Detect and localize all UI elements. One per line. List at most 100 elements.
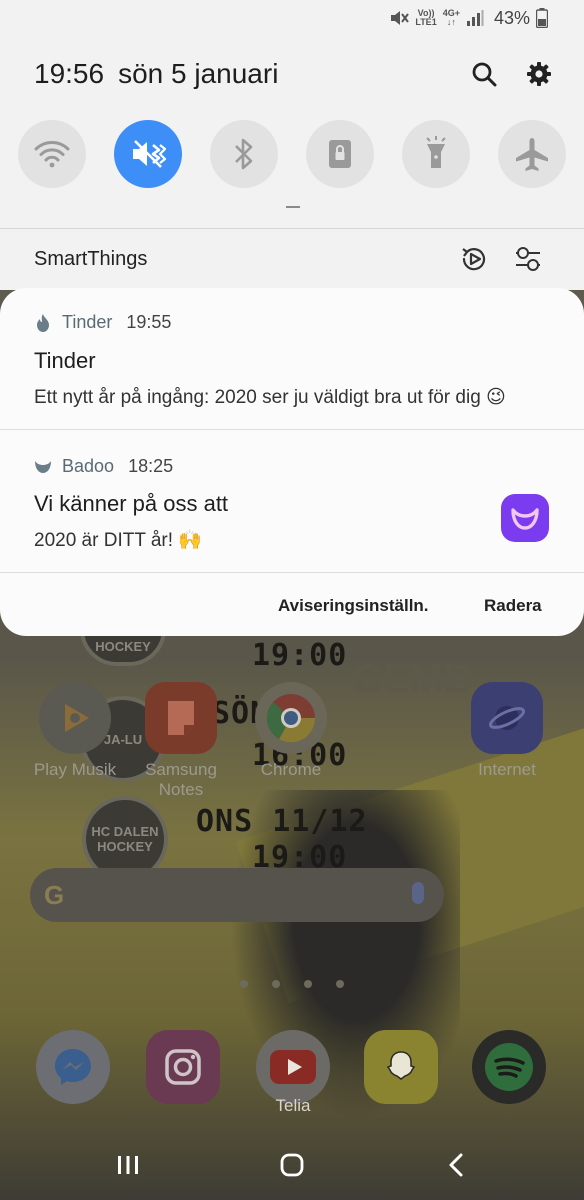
poster-vertical-text: GEMB <box>352 657 472 701</box>
quick-setting-flashlight[interactable] <box>402 120 470 188</box>
notification-app-name: Tinder <box>62 312 113 332</box>
google-g-icon: G <box>44 880 65 910</box>
spotify-app[interactable] <box>472 1030 546 1104</box>
page-dot <box>240 980 248 988</box>
youtube-icon <box>270 1050 316 1084</box>
samsung-notes-icon <box>145 682 217 754</box>
clock-time: 19:56 <box>34 58 105 89</box>
notification-time: 19:55 <box>126 312 172 332</box>
quick-setting-bluetooth[interactable] <box>210 120 278 188</box>
recent-apps-button[interactable] <box>98 1148 158 1182</box>
chrome-icon <box>255 682 327 754</box>
home-button[interactable] <box>262 1148 322 1182</box>
device-control-icon <box>516 247 540 271</box>
notification-title: Tinder <box>34 348 96 373</box>
page-dot <box>272 980 280 988</box>
network-type: 4G+ ↓↑ <box>443 9 460 27</box>
badoo-heart-icon <box>511 508 539 530</box>
quick-settings-row <box>0 120 584 190</box>
app-chrome[interactable]: Chrome <box>236 682 346 780</box>
quick-setting-wifi[interactable] <box>18 120 86 188</box>
app-label-play-music: Play Musik <box>33 760 117 779</box>
quick-setting-airplane[interactable] <box>498 120 566 188</box>
dock-label-telia: Telia <box>275 1096 311 1115</box>
portrait-lock-icon <box>329 140 351 168</box>
volte-bottom-text: LTE1 <box>415 17 437 27</box>
notification-body: 2020 är DITT år! 🙌 <box>34 530 202 551</box>
back-button[interactable] <box>426 1148 486 1182</box>
notification-body: Ett nytt år på ingång: 2020 ser ju väldi… <box>34 387 506 408</box>
notification-card: Tinder 19:55 Tinder Ett nytt år på ingån… <box>0 288 584 636</box>
media-output-button[interactable] <box>458 243 490 275</box>
app-label-internet: Internet <box>478 760 536 779</box>
notification-time: 18:25 <box>128 456 174 476</box>
mic-icon[interactable] <box>412 882 424 904</box>
date-time: 19:56 sön 5 januari <box>34 58 278 90</box>
search-button[interactable] <box>468 58 500 90</box>
badoo-small-icon <box>35 460 51 473</box>
notification-header: Tinder 19:55 <box>34 312 171 333</box>
logo-text-dalen-top: HC DALEN <box>91 824 159 839</box>
app-samsung-notes[interactable]: Samsung Notes <box>126 682 236 800</box>
device-control-button[interactable] <box>512 243 544 275</box>
instagram-app[interactable] <box>146 1030 220 1104</box>
settings-button[interactable] <box>523 58 555 90</box>
app-play-music[interactable]: Play Musik <box>20 682 130 780</box>
wifi-icon <box>34 141 70 168</box>
back-icon <box>449 1153 463 1177</box>
notification-settings-button[interactable]: Aviseringsinställn. <box>278 596 429 616</box>
search-icon <box>472 62 497 87</box>
youtube-app[interactable] <box>256 1030 330 1104</box>
battery-icon <box>536 8 548 28</box>
page-dot <box>336 980 344 988</box>
settings-gear-icon <box>527 62 551 86</box>
notification-divider <box>0 429 584 430</box>
bluetooth-icon <box>235 138 253 170</box>
app-label-chrome: Chrome <box>260 760 322 779</box>
clock-date[interactable]: sön 5 januari <box>118 58 278 89</box>
samsung-internet-icon <box>471 682 543 754</box>
messenger-app[interactable] <box>36 1030 110 1104</box>
mute-icon <box>133 140 167 168</box>
page-indicator <box>240 980 344 988</box>
battery-percent: 43% <box>493 7 530 28</box>
logo-text-top: HOCKEY <box>95 638 151 654</box>
mute-status-icon <box>391 11 410 25</box>
status-bar: Vo)) LTE1 4G+ ↓↑ 43% <box>389 6 548 30</box>
notification-title: Vi känner på oss att <box>34 491 229 516</box>
badoo-app-icon <box>501 494 549 542</box>
flashlight-icon <box>426 136 446 168</box>
airplane-icon <box>516 138 548 171</box>
poster-time-1: 19:00 <box>252 638 348 673</box>
play-music-icon <box>39 682 111 754</box>
quick-setting-sound[interactable] <box>114 120 182 188</box>
data-arrows: ↓↑ <box>446 17 456 27</box>
page-dot <box>304 980 312 988</box>
app-label-samsung-notes: Samsung Notes <box>145 760 217 799</box>
smartthings-label[interactable]: SmartThings <box>34 248 147 271</box>
signal-icon <box>466 10 484 26</box>
navigation-bar <box>0 1130 584 1200</box>
google-search-bar[interactable]: G <box>30 868 444 922</box>
notification-app-name: Badoo <box>62 456 115 476</box>
recents-icon <box>118 1156 138 1174</box>
card-actions-divider <box>0 572 584 573</box>
panel-divider <box>0 228 584 229</box>
quick-panel: Vo)) LTE1 4G+ ↓↑ 43% 19:56 sön 5 januari <box>0 0 584 290</box>
messenger-icon <box>55 1049 91 1085</box>
instagram-icon <box>165 1049 201 1085</box>
media-output-icon <box>462 248 486 271</box>
tinder-flame-icon <box>37 313 49 332</box>
snapchat-app[interactable] <box>364 1030 438 1104</box>
quick-setting-rotation[interactable] <box>306 120 374 188</box>
home-icon <box>280 1153 304 1177</box>
volte-indicator: Vo)) LTE1 <box>415 9 436 27</box>
spotify-icon <box>485 1043 533 1091</box>
app-internet[interactable]: Internet <box>452 682 562 780</box>
poster-date: ONS 11/12 <box>196 804 368 839</box>
panel-expand-handle[interactable] <box>286 206 300 208</box>
snapchat-icon <box>386 1051 416 1080</box>
clear-notifications-button[interactable]: Radera <box>484 596 542 616</box>
notification-header: Badoo 18:25 <box>34 456 173 477</box>
logo-text-dalen-bottom: HOCKEY <box>97 839 153 854</box>
